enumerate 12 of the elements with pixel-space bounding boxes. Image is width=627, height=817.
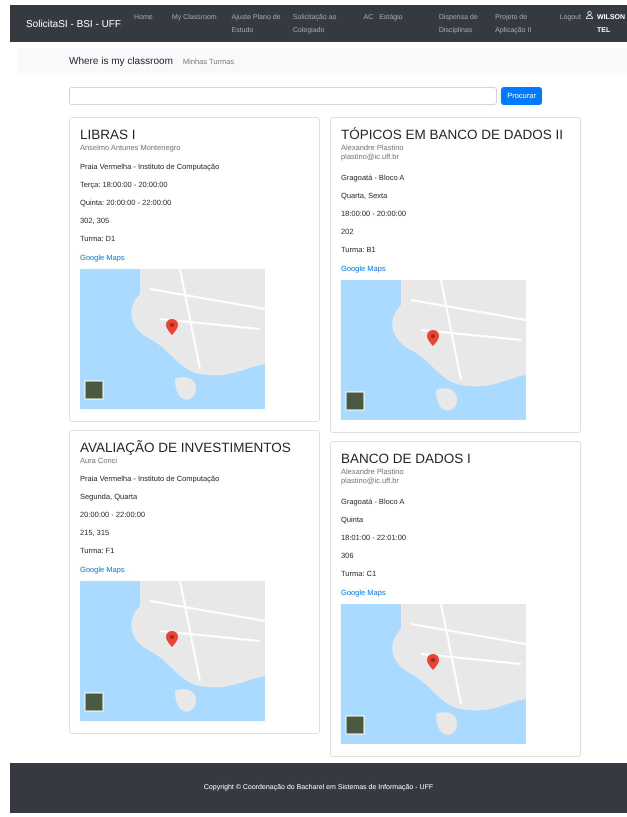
page-title: Where is my classroom	[69, 55, 173, 69]
map-drawing[interactable]	[80, 268, 265, 408]
user-icon	[586, 11, 593, 19]
course-title: AVALIAÇÃO DE INVESTIMENTOS	[80, 438, 292, 456]
map-drawing[interactable]	[341, 604, 526, 744]
map-drawing[interactable]	[80, 581, 265, 721]
course-title: LIBRAS I	[80, 126, 137, 143]
map-drawing[interactable]	[341, 280, 526, 420]
search-field[interactable]	[69, 87, 498, 105]
course-title: BANCO DE DADOS I	[341, 450, 472, 467]
brand-link[interactable]: SolicitaSI - BSI - UFF	[26, 17, 122, 32]
course-title: TÓPICOS EM BANCO DE DADOS II	[341, 126, 564, 143]
